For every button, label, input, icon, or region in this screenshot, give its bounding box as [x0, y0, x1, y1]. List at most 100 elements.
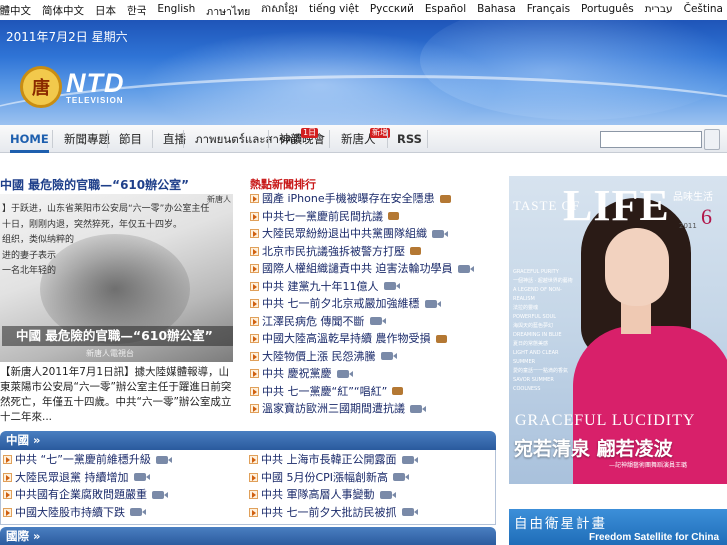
- header-banner: 2011年7月2日 星期六 唐 NTD TELEVISION: [0, 20, 727, 125]
- news-item[interactable]: 中國 5月份CPI漲幅創新高: [249, 469, 414, 487]
- ad-zh-life: 品味生活: [673, 192, 713, 203]
- nav-divider: [387, 130, 388, 148]
- language-link[interactable]: Čeština: [684, 3, 723, 20]
- china-section: 中國 » 中共 “七”一黨慶前維穩升級 大陸民眾退黨 持續增加 中共國有企業腐敗問題…: [0, 431, 496, 525]
- video-icon: [383, 282, 400, 291]
- news-item-title: 國際人權組織譴責中共 迫害法輪功學員: [262, 262, 453, 275]
- news-item[interactable]: 北京市民抗議強拆被警方打壓: [250, 243, 500, 261]
- news-item[interactable]: 江澤民病危 傳聞不斷: [250, 313, 500, 331]
- feature-image-caption: 中國 最危險的官職—“610辦公室”: [2, 326, 233, 346]
- news-item[interactable]: 中共 慶祝黨慶: [250, 365, 500, 383]
- language-link[interactable]: ภาษาไทย: [206, 3, 250, 20]
- bullet-arrow-icon: [249, 472, 258, 482]
- nav-divider: [107, 130, 108, 148]
- feature-title[interactable]: 中國 最危險的官職—“610辦公室”: [0, 176, 189, 193]
- news-item-title: 中共 七一前夕北京戒嚴加強維穩: [262, 297, 420, 310]
- language-link[interactable]: Português: [581, 3, 634, 20]
- nav-divider: [268, 130, 269, 148]
- taste-of-life-ad[interactable]: TASTE OF LIFE 品味生活 6 2011 GRACEFUL PURIT…: [509, 176, 727, 484]
- news-item-title: 中共 七一黨慶“紅”“唱紅”: [262, 384, 388, 398]
- video-icon: [393, 473, 410, 482]
- bullet-arrow-icon: [250, 229, 259, 239]
- ad-model-face: [605, 228, 669, 306]
- video-icon: [155, 455, 172, 464]
- news-item-title: 北京市民抗議強拆被警方打壓: [262, 244, 405, 258]
- language-link[interactable]: Français: [527, 3, 570, 20]
- nav-home[interactable]: HOME: [10, 125, 49, 153]
- news-item[interactable]: 中共國有企業腐敗問題嚴重: [3, 486, 168, 504]
- bullet-arrow-icon: [3, 472, 12, 482]
- video-icon: [379, 490, 396, 499]
- feature-image-sub: 新唐人電視台: [86, 349, 134, 358]
- news-item[interactable]: 中國大陸股市持續下跌: [3, 504, 168, 522]
- news-item-title: 溫家寶訪歐洲三國期間遭抗議: [262, 402, 405, 415]
- news-item[interactable]: 國際人權組織譴責中共 迫害法輪功學員: [250, 260, 500, 278]
- news-item[interactable]: 中共 “七”一黨慶前維穩升級: [3, 451, 172, 469]
- language-link[interactable]: 繁體中文: [0, 3, 31, 20]
- news-item[interactable]: 中共 七一前夕北京戒嚴加強維穩: [250, 295, 500, 313]
- language-link[interactable]: tiếng việt: [309, 3, 359, 20]
- nav-rss[interactable]: RSS: [397, 125, 422, 153]
- nav-news-topics[interactable]: 新聞專題: [64, 125, 110, 153]
- news-item[interactable]: 溫家寶訪歐洲三國期間遭抗議: [250, 400, 500, 418]
- video-icon: [336, 369, 353, 378]
- freedom-satellite-banner[interactable]: 自由衛星計畫 Freedom Satellite for China: [509, 509, 727, 545]
- language-link[interactable]: עברית: [645, 3, 673, 20]
- news-item[interactable]: 中共 上海市長韓正公開露面: [249, 451, 418, 469]
- news-item[interactable]: 中國大陸高溫乾旱持續 農作物受損: [250, 330, 500, 348]
- language-link[interactable]: Español: [425, 3, 466, 20]
- language-link[interactable]: Русский: [370, 3, 414, 20]
- section-header[interactable]: 中國 »: [0, 431, 496, 450]
- language-bar: 繁體中文简体中文日本 한국 English ภาษาไทย ភាសាខ្មែរ tiếng…: [0, 0, 727, 20]
- nav-divider: [183, 130, 184, 148]
- news-item-title: 中國 5月份CPI漲幅創新高: [261, 470, 389, 484]
- hot-news-list: 國產 iPhone手機被曝存在安全隱患中共七一黨慶前民間抗議 大陸民眾紛紛退出中共…: [250, 190, 500, 418]
- bullet-arrow-icon: [3, 507, 12, 517]
- image-text-line: 进的妻子表示: [2, 250, 57, 261]
- news-item[interactable]: 中共 七一前夕大批訪民被抓: [249, 504, 418, 522]
- news-item[interactable]: 中共 軍隊高層人事變動: [249, 486, 414, 504]
- news-item[interactable]: 大陸民眾退黨 持續增加: [3, 469, 168, 487]
- video-icon: [410, 404, 426, 413]
- news-item[interactable]: 中共 七一黨慶“紅”“唱紅”: [250, 383, 500, 401]
- video-icon: [133, 473, 150, 482]
- language-link[interactable]: 日本: [95, 3, 116, 20]
- video-icon: [432, 229, 448, 238]
- news-item-title: 中共 軍隊高層人事變動: [261, 488, 375, 501]
- main-nav: HOME 新聞專題 節目 直播 ภาพยนตร์และสารคดี 神韻晚會 1…: [0, 125, 727, 153]
- news-item[interactable]: 中共七一黨慶前民間抗議: [250, 208, 500, 226]
- search-input[interactable]: [600, 131, 702, 148]
- photo-icon: [435, 334, 447, 343]
- language-link[interactable]: 한국: [127, 3, 146, 20]
- nav-divider: [152, 130, 153, 148]
- news-item-title: 大陸民眾紛紛退出中共黨團隊組織: [262, 227, 427, 240]
- photo-icon: [410, 247, 421, 256]
- ntd-logo[interactable]: 唐 NTD TELEVISION: [20, 66, 125, 108]
- ad-contents-line: POWERFUL SOUL: [513, 314, 556, 320]
- news-item-title: 中國大陸高溫乾旱持續 農作物受損: [262, 332, 431, 345]
- section-body: 中共 “七”一黨慶前維穩升級 大陸民眾退黨 持續增加 中共國有企業腐敗問題嚴重 中國大…: [0, 450, 496, 525]
- news-item-title: 國產 iPhone手機被曝存在安全隱患: [262, 192, 435, 205]
- feature-image[interactable]: 】于跃进，山东省莱阳市公安局“六一零”办公室主任 十日，刚刚内退，突然猝死，年仅…: [0, 194, 233, 362]
- news-item[interactable]: 大陸民眾紛紛退出中共黨團隊組織: [250, 225, 500, 243]
- language-link[interactable]: ភាសាខ្មែរ: [261, 3, 298, 20]
- news-item-title: 中共 七一前夕大批訪民被抓: [261, 505, 397, 519]
- nav-badge: 1日: [301, 128, 319, 138]
- nav-programs[interactable]: 節目: [119, 125, 142, 153]
- video-icon: [380, 352, 397, 361]
- video-icon: [457, 264, 474, 273]
- ad-contents-line: SAVOR SUMMER COOLNESS: [513, 377, 554, 392]
- ad-contents-line: 愛的童話一一點滴的香氣: [513, 368, 569, 374]
- news-item[interactable]: 大陸物價上漲 民怨沸騰: [250, 348, 500, 366]
- language-link[interactable]: English: [157, 3, 195, 20]
- news-item-title: 中共國有企業腐敗問題嚴重: [15, 488, 147, 501]
- news-item-title: 中國大陸股市持續下跌: [15, 505, 125, 519]
- search-button[interactable]: [704, 129, 720, 150]
- satellite-title: 自由衛星計畫: [514, 516, 607, 532]
- news-item[interactable]: 國產 iPhone手機被曝存在安全隱患: [250, 190, 500, 208]
- section-header[interactable]: 國際 »: [0, 527, 496, 545]
- news-item-title: 中共 建黨九十年11億人: [262, 279, 379, 293]
- language-link[interactable]: Bahasa: [477, 3, 516, 20]
- language-link[interactable]: 简体中文: [42, 3, 84, 20]
- news-item[interactable]: 中共 建黨九十年11億人: [250, 278, 500, 296]
